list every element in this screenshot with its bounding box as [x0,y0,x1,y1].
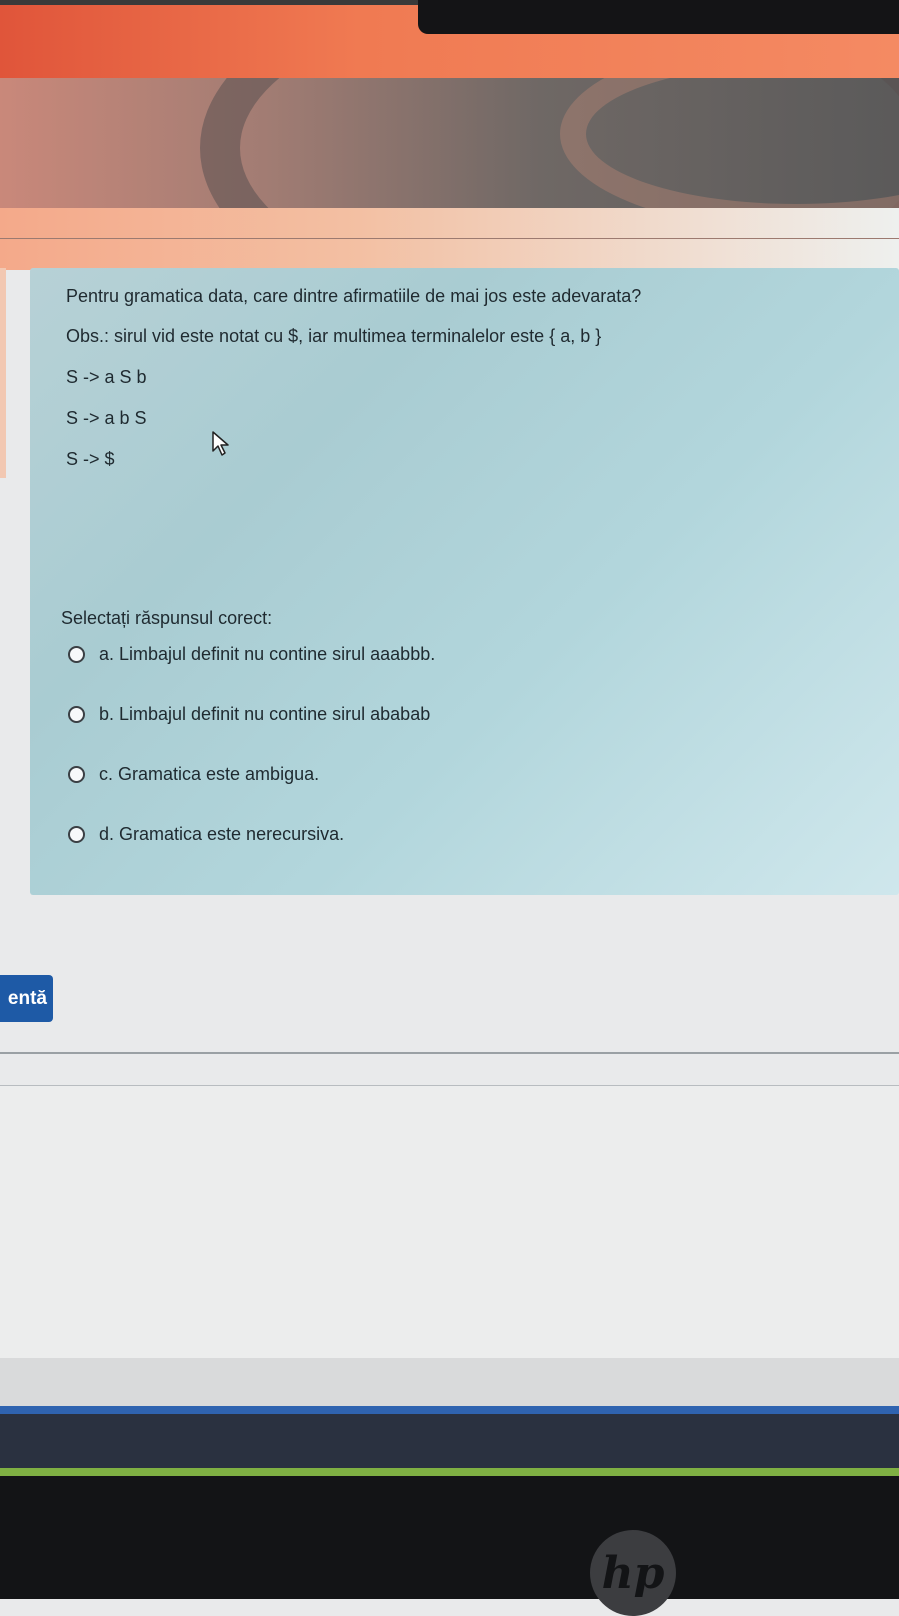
next-page-button[interactable]: entă [0,975,53,1022]
mouse-pointer-icon [212,431,229,456]
page-footer [0,1414,899,1470]
answer-prompt: Selectați răspunsul corect: [61,608,273,628]
footer-blue-strip [0,1406,899,1414]
top-dark-line [0,0,420,5]
answer-option-label[interactable]: c. Gramatica este ambigua. [99,764,319,785]
answer-option-b[interactable]: b. Limbajul definit nu contine sirul aba… [68,700,430,728]
header-banner [0,78,899,210]
radio-button-icon[interactable] [68,645,85,663]
footer-grey-band [0,1358,899,1408]
top-dark-bar [418,0,899,34]
grammar-rule: S -> a S b [66,367,147,387]
answer-option-a[interactable]: a. Limbajul definit nu contine sirul aaa… [68,640,435,668]
radio-button-icon[interactable] [68,825,85,843]
answer-option-c[interactable]: c. Gramatica este ambigua. [68,760,319,788]
answer-option-d[interactable]: d. Gramatica este nerecursiva. [68,820,344,848]
footer-green-strip [0,1468,899,1476]
sub-header-divider [0,238,899,239]
answer-option-label[interactable]: a. Limbajul definit nu contine sirul aaa… [99,644,435,665]
answer-option-label[interactable]: b. Limbajul definit nu contine sirul aba… [99,704,430,725]
left-info-panel-edge [0,268,6,478]
content-divider [0,1052,899,1054]
banner-decoration-secondary [560,78,899,210]
hp-logo-icon: hp [590,1530,676,1616]
sub-header-band [0,208,899,270]
answer-option-label[interactable]: d. Gramatica este nerecursiva. [99,824,344,845]
question-text: Pentru gramatica data, care dintre afirm… [66,286,642,306]
monitor-bezel [0,1476,899,1599]
grammar-rule: S -> $ [66,449,115,469]
radio-button-icon[interactable] [68,705,85,723]
grammar-rule: S -> a b S [66,408,147,428]
lower-content-area [0,1086,899,1358]
radio-button-icon[interactable] [68,765,85,783]
question-box: Pentru gramatica data, care dintre afirm… [30,268,899,895]
question-note: Obs.: sirul vid este notat cu $, iar mul… [66,326,602,346]
